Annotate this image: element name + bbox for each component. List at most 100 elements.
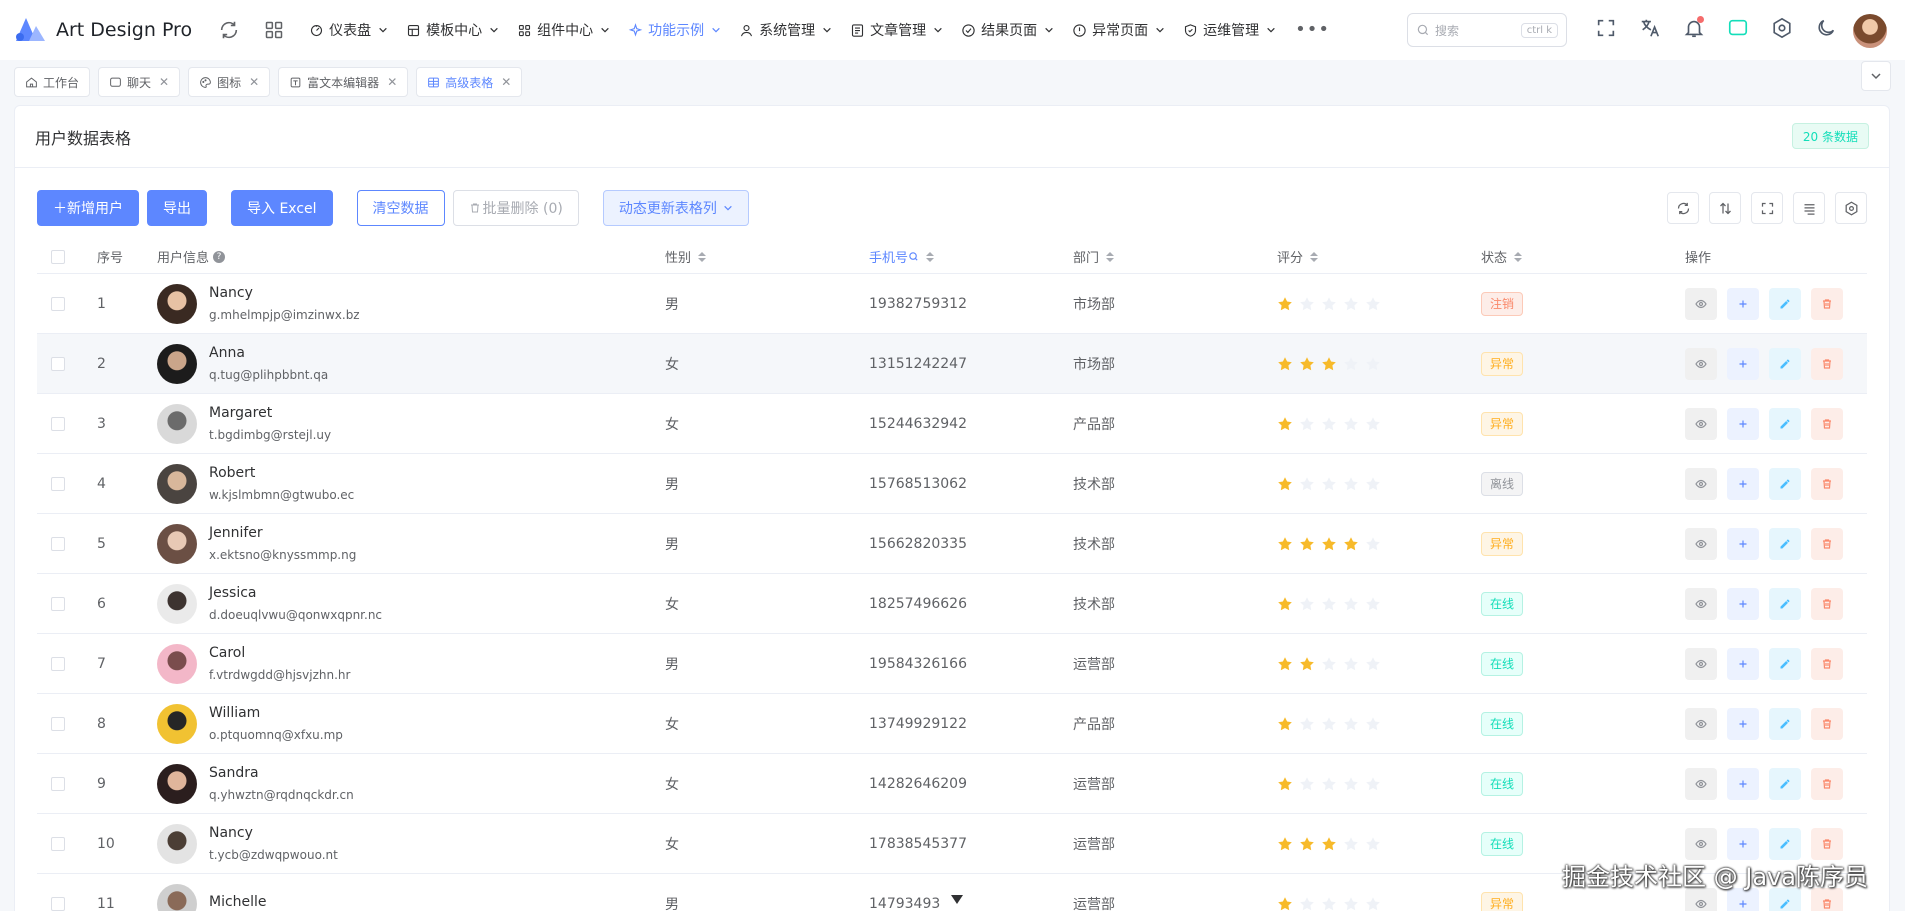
edit-button[interactable] [1769,647,1801,680]
close-icon[interactable]: ✕ [501,75,511,89]
close-icon[interactable]: ✕ [249,75,259,89]
page-tab[interactable]: 图标 ✕ [188,67,271,97]
star-empty-icon[interactable] [1365,416,1381,432]
menu-item[interactable]: 文章管理 [841,0,952,60]
table-settings-button[interactable] [1835,192,1867,224]
view-button[interactable] [1685,347,1717,380]
add-button[interactable] [1727,647,1759,680]
edit-button[interactable] [1769,827,1801,860]
delete-button[interactable] [1811,407,1843,440]
table-row[interactable]: 7 Carol f.vtrdwgdd@hjsvjzhn.hr 男 1958432… [37,634,1867,694]
table-row[interactable]: 2 Anna q.tug@plihpbbnt.qa 女 13151242247 … [37,334,1867,394]
star-empty-icon[interactable] [1299,416,1315,432]
fullscreen-icon[interactable] [1595,17,1617,39]
header-phone[interactable]: 手机号 [869,247,1073,266]
close-icon[interactable]: ✕ [159,75,169,89]
star-empty-icon[interactable] [1365,476,1381,492]
view-button[interactable] [1685,707,1717,740]
star-empty-icon[interactable] [1299,596,1315,612]
star-empty-icon[interactable] [1321,296,1337,312]
import-excel-button[interactable]: 导入 Excel [231,190,333,226]
row-checkbox[interactable] [51,296,65,311]
star-empty-icon[interactable] [1365,716,1381,732]
view-button[interactable] [1685,587,1717,620]
edit-button[interactable] [1769,347,1801,380]
star-empty-icon[interactable] [1321,716,1337,732]
search-icon[interactable] [908,251,919,262]
edit-button[interactable] [1769,287,1801,320]
row-checkbox[interactable] [51,716,65,731]
star-filled-icon[interactable] [1299,536,1315,552]
star-filled-icon[interactable] [1299,356,1315,372]
star-empty-icon[interactable] [1343,776,1359,792]
language-icon[interactable] [1639,17,1661,39]
view-button[interactable] [1685,767,1717,800]
star-empty-icon[interactable] [1321,416,1337,432]
menu-item[interactable]: 组件中心 [508,0,619,60]
add-button[interactable] [1727,527,1759,560]
table-density-button[interactable] [1709,192,1741,224]
row-checkbox[interactable] [51,836,65,851]
scroll-down-icon[interactable] [950,893,964,905]
star-empty-icon[interactable] [1299,296,1315,312]
add-button[interactable] [1727,467,1759,500]
star-empty-icon[interactable] [1299,716,1315,732]
star-filled-icon[interactable] [1321,836,1337,852]
star-empty-icon[interactable] [1321,596,1337,612]
add-user-button[interactable]: ＋新增用户 [37,190,139,226]
table-row[interactable]: 6 Jessica d.doeuqlvwu@qonwxqpnr.nc 女 182… [37,574,1867,634]
table-refresh-button[interactable] [1667,192,1699,224]
add-button[interactable] [1727,707,1759,740]
notification-bell[interactable] [1683,16,1705,39]
star-empty-icon[interactable] [1365,836,1381,852]
menu-item[interactable]: 异常页面 [1063,0,1174,60]
close-icon[interactable]: ✕ [387,75,397,89]
row-checkbox[interactable] [51,536,65,551]
add-button[interactable] [1727,827,1759,860]
star-filled-icon[interactable] [1277,656,1293,672]
delete-button[interactable] [1811,767,1843,800]
star-filled-icon[interactable] [1343,536,1359,552]
star-empty-icon[interactable] [1365,296,1381,312]
star-empty-icon[interactable] [1343,836,1359,852]
user-avatar[interactable] [1853,14,1887,48]
menu-item[interactable]: 仪表盘 [300,0,397,60]
row-checkbox[interactable] [51,416,65,431]
menu-item[interactable]: 模板中心 [397,0,508,60]
row-checkbox[interactable] [51,476,65,491]
star-filled-icon[interactable] [1277,716,1293,732]
table-row[interactable]: 9 Sandra q.yhwztn@rqdnqckdr.cn 女 1428264… [37,754,1867,814]
page-tab[interactable]: 工作台 [14,67,91,97]
header-gender[interactable]: 性别 [665,247,869,266]
menu-item[interactable]: 系统管理 [730,0,841,60]
header-score[interactable]: 评分 [1277,247,1481,266]
star-empty-icon[interactable] [1299,776,1315,792]
star-filled-icon[interactable] [1277,896,1293,911]
refresh-icon[interactable] [218,19,240,41]
export-button[interactable]: 导出 [147,190,207,226]
star-filled-icon[interactable] [1299,656,1315,672]
delete-button[interactable] [1811,287,1843,320]
edit-button[interactable] [1769,587,1801,620]
add-button[interactable] [1727,287,1759,320]
header-dept[interactable]: 部门 [1073,247,1277,266]
page-tab[interactable]: 聊天 ✕ [98,67,181,97]
delete-button[interactable] [1811,587,1843,620]
row-checkbox[interactable] [51,776,65,791]
add-button[interactable] [1727,587,1759,620]
star-empty-icon[interactable] [1343,896,1359,911]
star-empty-icon[interactable] [1321,476,1337,492]
menu-item[interactable]: 结果页面 [952,0,1063,60]
tabs-dropdown-button[interactable] [1861,61,1891,91]
edit-button[interactable] [1769,467,1801,500]
star-filled-icon[interactable] [1277,596,1293,612]
edit-button[interactable] [1769,527,1801,560]
app-logo[interactable]: Art Design Pro [14,0,192,60]
view-button[interactable] [1685,527,1717,560]
star-empty-icon[interactable] [1343,416,1359,432]
star-empty-icon[interactable] [1343,356,1359,372]
more-menu-icon[interactable]: ••• [1295,19,1329,41]
delete-button[interactable] [1811,707,1843,740]
delete-button[interactable] [1811,347,1843,380]
select-all-checkbox[interactable] [51,249,65,264]
